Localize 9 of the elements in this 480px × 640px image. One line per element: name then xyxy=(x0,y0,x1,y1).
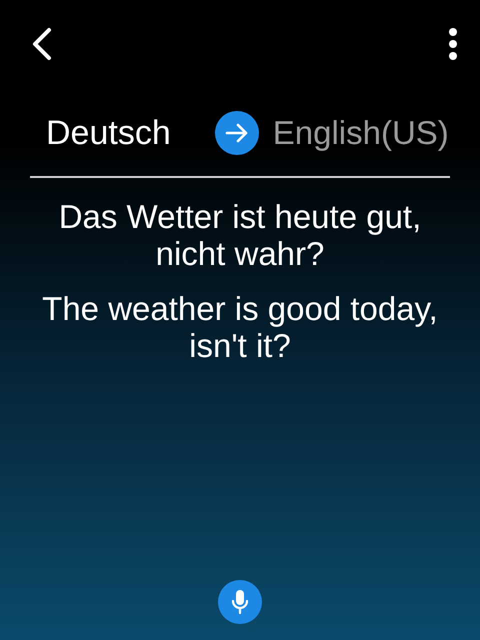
direction-button[interactable] xyxy=(214,111,259,155)
microphone-button[interactable] xyxy=(218,580,262,624)
target-language[interactable]: English(US) xyxy=(272,114,449,152)
back-button[interactable] xyxy=(30,27,54,61)
source-language[interactable]: Deutsch xyxy=(46,114,171,152)
microphone-icon xyxy=(231,589,249,615)
translated-text: The weather is good today, isn't it? xyxy=(41,290,439,364)
more-menu-button[interactable] xyxy=(448,27,458,61)
source-text: Das Wetter ist heute gut, nicht wahr? xyxy=(58,198,422,272)
